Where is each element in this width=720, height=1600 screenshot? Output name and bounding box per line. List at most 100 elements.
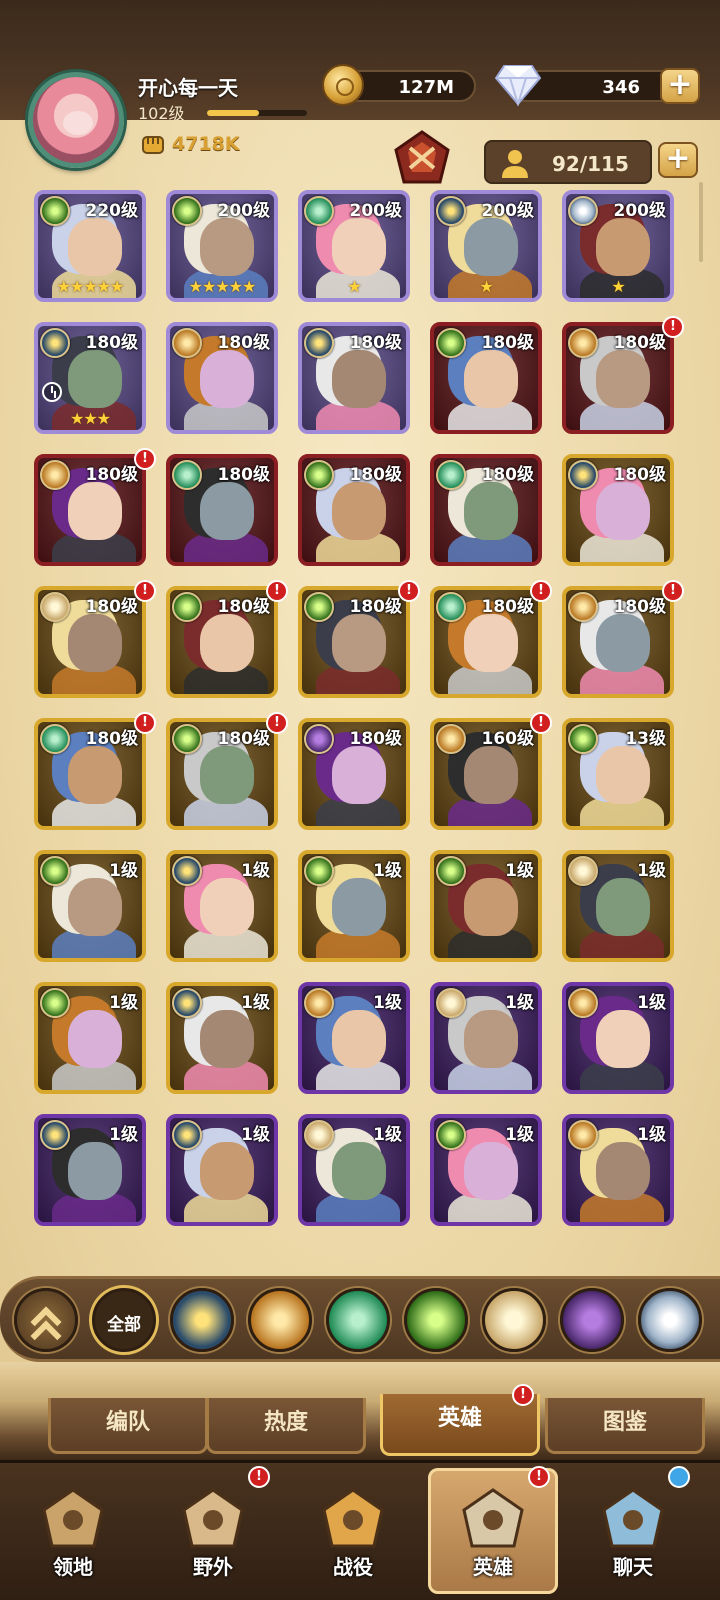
filter-wild-icon[interactable] — [404, 1288, 468, 1352]
hero-level: 180级 — [85, 333, 139, 353]
hero-level: 1级 — [241, 861, 270, 881]
faction-wild-icon — [436, 856, 466, 886]
player-avatar[interactable] — [28, 72, 124, 168]
faction-wild-icon — [304, 856, 334, 886]
filter-order-icon[interactable] — [248, 1288, 312, 1352]
nav-label: 战役 — [333, 1555, 373, 1579]
player-level: 102级 — [138, 104, 185, 123]
collapse-filter-button[interactable] — [14, 1288, 78, 1352]
hero-head — [200, 614, 254, 672]
hero-card[interactable]: 1级 — [34, 850, 146, 962]
tab-label: 图鉴 — [602, 1410, 647, 1435]
hero-head — [200, 482, 254, 540]
hero-card[interactable]: 180级 — [430, 454, 542, 566]
hero-card[interactable]: 180级 — [166, 322, 278, 434]
hero-card[interactable]: 1级 — [34, 982, 146, 1094]
hero-card[interactable]: 1级 — [562, 1114, 674, 1226]
expand-capacity-button[interactable]: + — [658, 142, 698, 178]
hero-card[interactable]: 1级 — [562, 850, 674, 962]
filter-nature-icon[interactable] — [326, 1288, 390, 1352]
hero-head — [464, 1142, 518, 1200]
faction-order-icon — [568, 592, 598, 622]
hero-card[interactable]: 1级 — [166, 982, 278, 1094]
hero-level: 180级 — [349, 729, 403, 749]
faction-nature-icon — [172, 460, 202, 490]
alert-badge-icon: ! — [266, 580, 288, 602]
hero-card[interactable]: 180级 — [298, 718, 410, 830]
hero-level: 180级 — [217, 465, 271, 485]
hero-card[interactable]: 200级 ★ — [430, 190, 542, 302]
hero-emblem-icon[interactable] — [390, 128, 454, 188]
hero-card[interactable]: 180级 — [298, 586, 410, 698]
hero-card[interactable]: 180级 — [166, 454, 278, 566]
hero-level: 1级 — [373, 993, 402, 1013]
alert-badge-icon: ! — [266, 712, 288, 734]
hero-head — [464, 1010, 518, 1068]
faction-order-icon — [436, 724, 466, 754]
capacity-value: 92/115 — [552, 152, 629, 176]
faction-star-icon — [172, 856, 202, 886]
hero-head — [596, 614, 650, 672]
hero-card[interactable]: 180级 — [166, 586, 278, 698]
hero-card[interactable]: 160级 — [430, 718, 542, 830]
hero-stars: ★ — [479, 277, 493, 296]
hero-card[interactable]: 180级 — [562, 586, 674, 698]
hero-card[interactable]: 1级 — [430, 1114, 542, 1226]
list-scrollbar[interactable] — [699, 182, 703, 262]
chat-bubble-icon — [600, 1488, 666, 1548]
hero-level: 1级 — [373, 1125, 402, 1145]
nav-label: 领地 — [53, 1555, 93, 1579]
faction-wild-icon — [40, 988, 70, 1018]
hero-card[interactable]: 1级 — [430, 982, 542, 1094]
filter-dark-icon[interactable] — [560, 1288, 624, 1352]
hero-card[interactable]: 1级 — [166, 850, 278, 962]
faction-wild-icon — [436, 1120, 466, 1150]
hero-card[interactable]: 13级 — [562, 718, 674, 830]
hero-card[interactable]: 1级 — [298, 1114, 410, 1226]
tab-1[interactable]: 热度 — [206, 1398, 366, 1454]
hero-card[interactable]: 180级 — [562, 322, 674, 434]
hero-head — [464, 218, 518, 276]
hero-card[interactable]: 1级 — [298, 982, 410, 1094]
faction-light-icon — [568, 856, 598, 886]
hero-head — [200, 1010, 254, 1068]
hero-level: 180级 — [613, 333, 667, 353]
nav-2[interactable]: 战役 — [288, 1468, 418, 1594]
tab-0[interactable]: 编队 — [48, 1398, 208, 1454]
faction-nature-icon — [40, 724, 70, 754]
faction-wild-icon — [304, 592, 334, 622]
filter-star-icon[interactable] — [170, 1288, 234, 1352]
hero-card[interactable]: 220级 ★★★★★ — [34, 190, 146, 302]
hero-card[interactable]: 180级 — [430, 322, 542, 434]
hero-card[interactable]: 180级 — [298, 454, 410, 566]
add-diamonds-button[interactable]: + — [660, 68, 700, 104]
hero-card[interactable]: 180级 — [34, 586, 146, 698]
hero-head — [200, 1142, 254, 1200]
nav-0[interactable]: 领地 — [8, 1468, 138, 1594]
faction-order-icon — [304, 988, 334, 1018]
hero-card[interactable]: 180级 — [430, 586, 542, 698]
faction-star-icon — [568, 460, 598, 490]
filter-light-icon[interactable] — [482, 1288, 546, 1352]
hero-card[interactable]: 200级 ★★★★★ — [166, 190, 278, 302]
tab-3[interactable]: 图鉴 — [545, 1398, 705, 1454]
hero-head — [464, 878, 518, 936]
hero-card[interactable]: 180级 — [562, 454, 674, 566]
hero-card[interactable]: 180级 ★★★ — [34, 322, 146, 434]
hero-head — [596, 1010, 650, 1068]
hero-card[interactable]: 180级 — [34, 454, 146, 566]
filter-all-button[interactable]: 全部 — [92, 1288, 156, 1352]
filter-celestial-icon[interactable] — [638, 1288, 702, 1352]
hero-card[interactable]: 1级 — [298, 850, 410, 962]
hero-card[interactable]: 200级 ★ — [298, 190, 410, 302]
hero-card[interactable]: 1级 — [430, 850, 542, 962]
hero-card[interactable]: 1级 — [166, 1114, 278, 1226]
hero-card[interactable]: 180级 — [34, 718, 146, 830]
hero-card[interactable]: 1级 — [562, 982, 674, 1094]
hero-card[interactable]: 180级 — [166, 718, 278, 830]
hero-card[interactable]: 1级 — [34, 1114, 146, 1226]
faction-wild-icon — [304, 460, 334, 490]
hero-head — [596, 746, 650, 804]
hero-card[interactable]: 200级 ★ — [562, 190, 674, 302]
hero-card[interactable]: 180级 — [298, 322, 410, 434]
